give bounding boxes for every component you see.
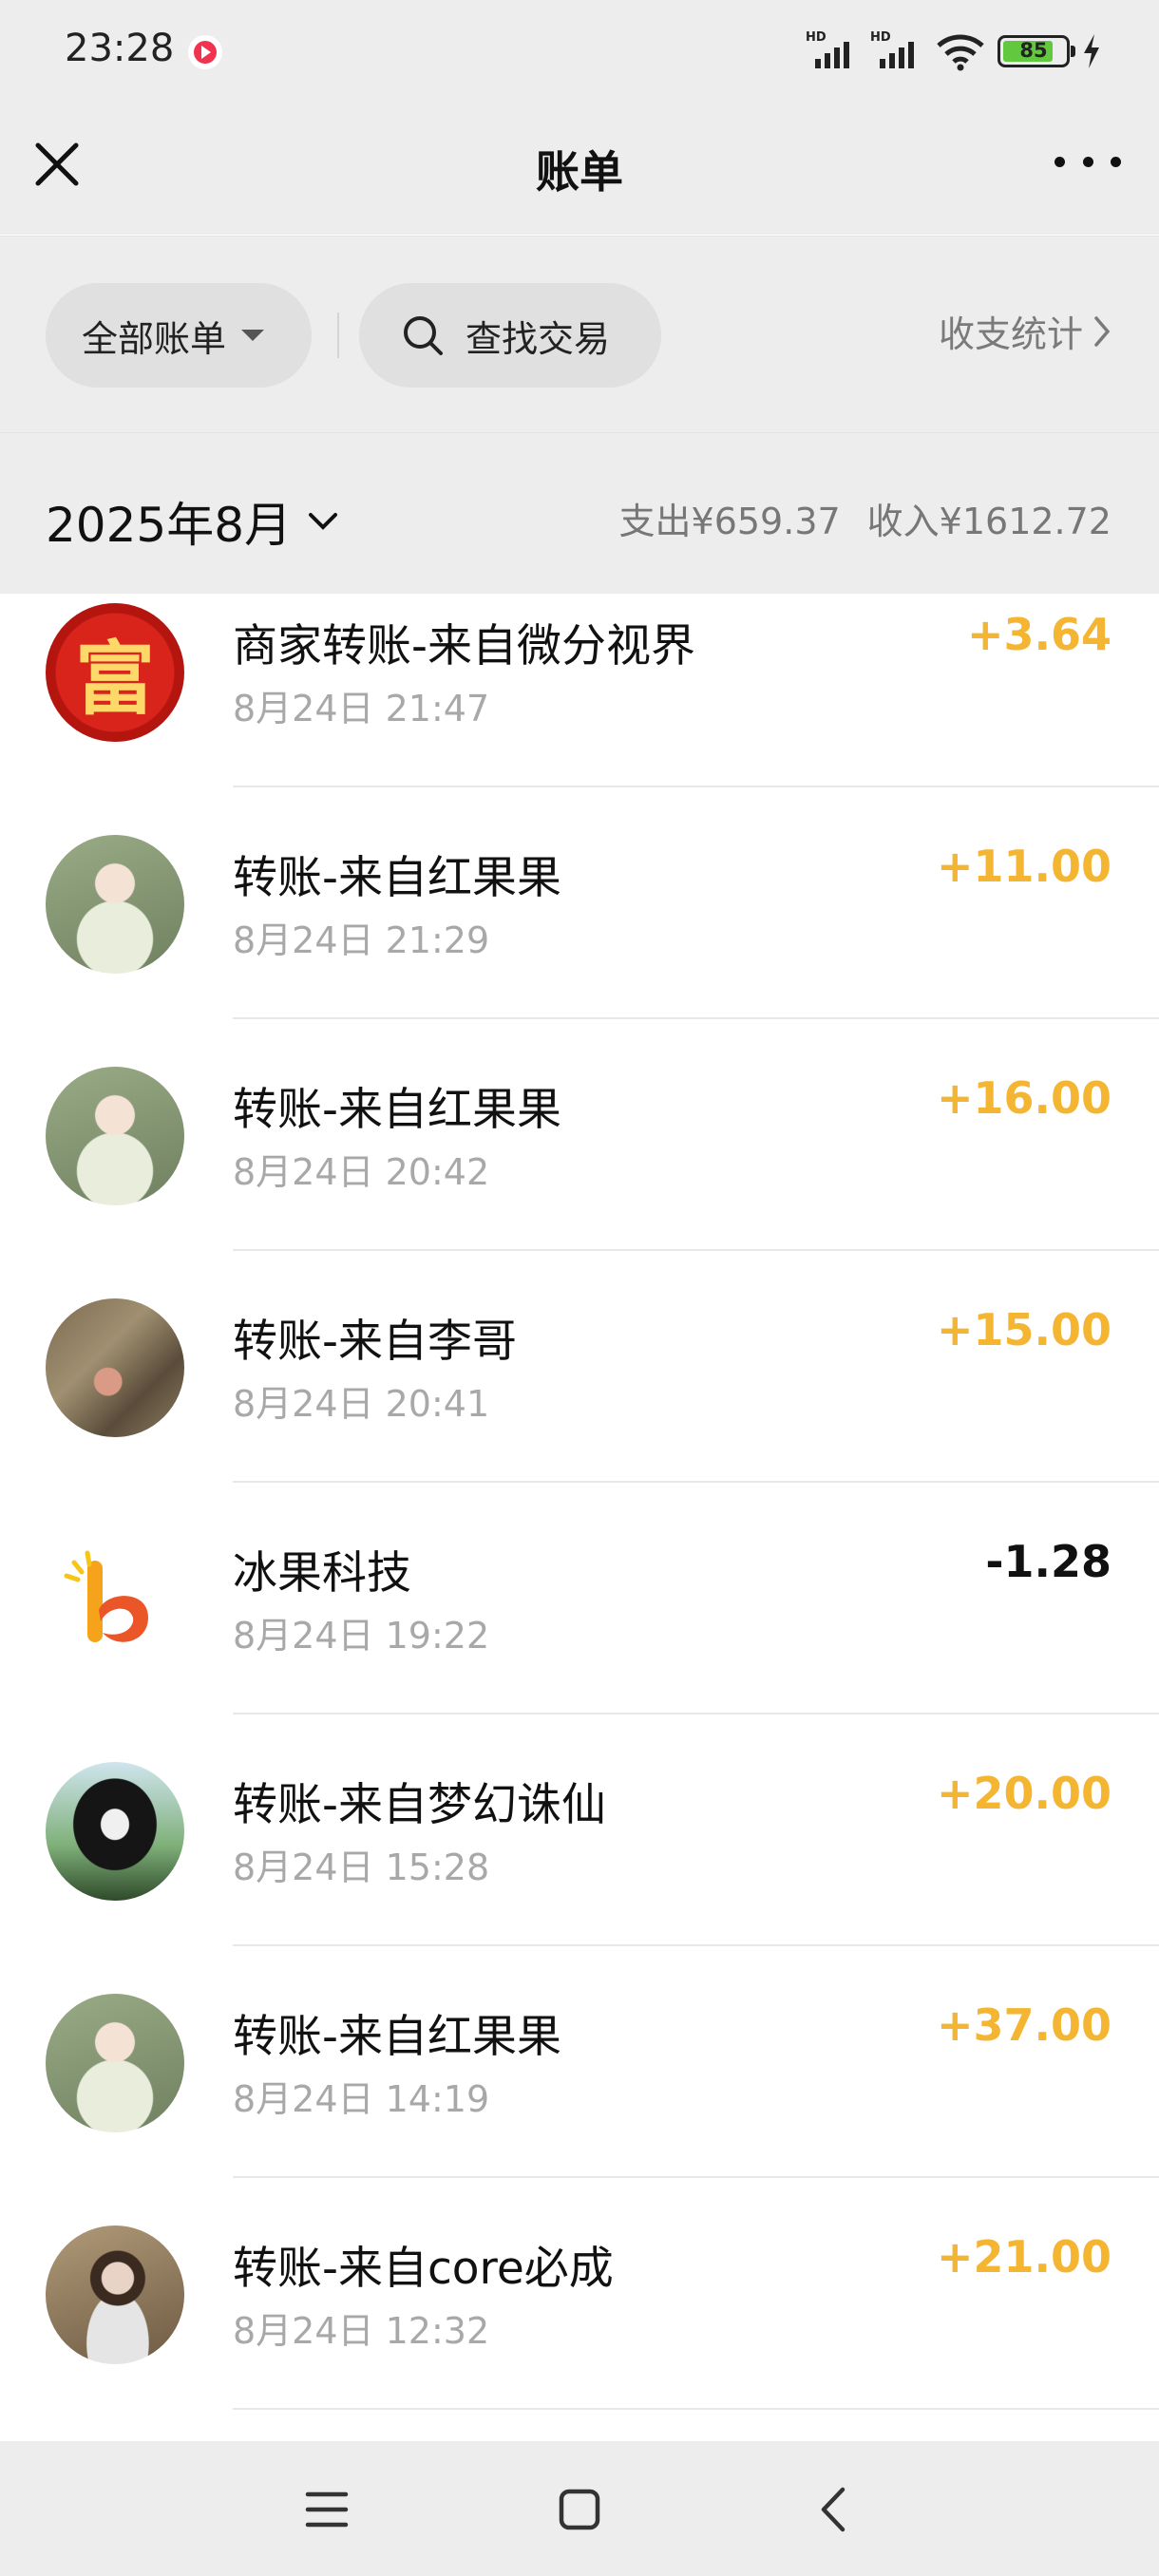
divider (337, 313, 339, 358)
transaction-title: 转账-来自红果果 (233, 1084, 561, 1136)
record-icon (188, 35, 222, 69)
battery-level: 85 (1019, 39, 1048, 62)
month-summary: 支出¥659.37 收入¥1612.72 (619, 492, 1112, 544)
home-button[interactable] (551, 2481, 608, 2538)
back-icon (821, 2487, 846, 2532)
transaction-amount: +15.00 (936, 1304, 1112, 1355)
photo-avatar (46, 2226, 184, 2364)
back-button[interactable] (804, 2481, 861, 2538)
transaction-time: 8月24日 20:41 (233, 1383, 490, 1425)
transaction-title: 商家转账-来自微分视界 (233, 620, 695, 672)
fu-avatar: 富 (46, 603, 184, 742)
caret-down-icon (241, 330, 265, 341)
filter-bar: 全部账单 查找交易 收支统计 (0, 236, 1159, 432)
nav-bar: 账单 (0, 100, 1159, 235)
transaction-amount: +21.00 (936, 2231, 1112, 2282)
transaction-time: 8月24日 21:47 (233, 688, 490, 729)
month-income: 收入¥1612.72 (866, 501, 1112, 542)
transaction-list[interactable]: 富 商家转账-来自微分视界 8月24日 21:47 +3.64 转账-来自红果果… (0, 594, 1159, 2441)
signal-hd-icon: HD (806, 30, 859, 72)
transaction-amount: +16.00 (936, 1072, 1112, 1124)
transaction-row[interactable]: 转账-来自红果果 8月24日 20:42 +16.00 (0, 1019, 1159, 1251)
battery-icon: 85 (998, 35, 1075, 67)
transaction-title: 转账-来自梦幻诛仙 (233, 1779, 606, 1831)
girl-avatar (46, 1994, 184, 2132)
wifi-icon (937, 34, 984, 71)
transaction-row[interactable]: 转账-来自梦幻诛仙 8月24日 15:28 +20.00 (0, 1714, 1159, 1946)
system-icons: HD HD 85 (806, 28, 1102, 74)
girl-avatar (46, 1067, 184, 1205)
transaction-row[interactable]: 转账-来自红果果 8月24日 14:19 +37.00 (0, 1946, 1159, 2178)
transaction-row[interactable]: 转账-来自红果果 8月24日 21:29 +11.00 (0, 787, 1159, 1019)
page-title: 账单 (536, 146, 623, 198)
status-time: 23:28 (65, 27, 175, 70)
transaction-amount: -1.28 (985, 1536, 1112, 1587)
transaction-row[interactable]: 转账-来自core必成 8月24日 12:32 +21.00 (0, 2178, 1159, 2410)
transaction-time: 8月24日 20:42 (233, 1151, 490, 1193)
transaction-time: 8月24日 12:32 (233, 2310, 490, 2352)
transaction-row[interactable]: 冰果科技 8月24日 19:22 -1.28 (0, 1483, 1159, 1714)
month-expense: 支出¥659.37 (618, 501, 841, 542)
charging-icon (1084, 34, 1099, 68)
longhair-avatar (46, 1762, 184, 1901)
transaction-time: 8月24日 14:19 (233, 2078, 490, 2120)
transaction-title: 转账-来自李哥 (233, 1316, 517, 1368)
transaction-time: 8月24日 21:29 (233, 919, 490, 961)
transaction-amount: +11.00 (936, 841, 1112, 892)
stats-label: 收支统计 (938, 313, 1083, 355)
all-bills-filter[interactable]: 全部账单 (46, 283, 312, 388)
bingguo-logo (46, 1530, 184, 1669)
signal-hd-icon: HD (870, 30, 923, 72)
bird-avatar (46, 1298, 184, 1437)
stats-link[interactable]: 收支统计 (939, 305, 1112, 357)
all-bills-label: 全部账单 (82, 317, 227, 360)
more-icon (1054, 156, 1065, 167)
chevron-right-icon (1094, 315, 1111, 347)
transaction-row[interactable]: 转账-来自李哥 8月24日 20:41 +15.00 (0, 1251, 1159, 1483)
transaction-title: 转账-来自红果果 (233, 2011, 561, 2063)
month-selector[interactable]: 2025年8月 (46, 487, 339, 556)
transaction-time: 8月24日 15:28 (233, 1847, 490, 1888)
home-icon (559, 2489, 600, 2530)
transaction-row[interactable]: 富 商家转账-来自微分视界 8月24日 21:47 +3.64 (0, 594, 1159, 787)
transaction-amount: +37.00 (936, 1999, 1112, 2051)
month-label: 2025年8月 (46, 498, 293, 553)
transaction-title: 转账-来自红果果 (233, 852, 561, 904)
transaction-title: 转账-来自core必成 (233, 2243, 614, 2295)
transaction-time: 8月24日 19:22 (233, 1615, 490, 1657)
menu-icon (305, 2491, 349, 2528)
search-transactions-button[interactable]: 查找交易 (359, 283, 661, 388)
search-label: 查找交易 (466, 317, 611, 360)
row-divider (233, 2408, 1159, 2410)
transaction-title: 冰果科技 (233, 1547, 411, 1600)
month-header: 2025年8月 支出¥659.37 收入¥1612.72 (0, 432, 1159, 595)
chevron-down-icon (309, 513, 338, 530)
more-button[interactable] (1054, 142, 1121, 180)
fu-glyph: 富 (74, 631, 155, 726)
search-icon (404, 316, 443, 355)
status-bar: 23:28 HD HD 85 (0, 0, 1159, 100)
system-nav-bar (0, 2441, 1159, 2576)
transaction-amount: +3.64 (966, 609, 1112, 660)
girl-avatar (46, 835, 184, 974)
transaction-amount: +20.00 (936, 1768, 1112, 1819)
menu-button[interactable] (298, 2481, 355, 2538)
